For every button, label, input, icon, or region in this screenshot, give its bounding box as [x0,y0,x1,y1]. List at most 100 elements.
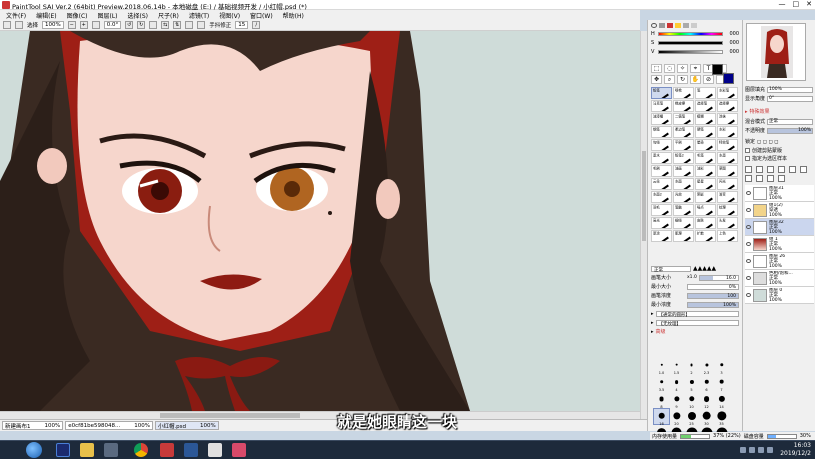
min-size-row[interactable]: 最小大小 0% [651,283,739,290]
menu-edit[interactable]: 编辑(E) [36,11,56,20]
layer-item[interactable]: 组1(2) 穿透 100% [745,202,814,219]
min-density-slider[interactable]: 100% [687,301,739,308]
advanced-label[interactable]: 高级 [656,328,666,335]
brush-slot[interactable]: 细线 [673,217,694,229]
network-icon[interactable] [758,447,764,453]
brush-size-preset[interactable]: 8 [654,392,669,409]
brush-size-preset[interactable]: 2 [684,358,699,375]
brush-size-preset[interactable]: 10 [684,392,699,409]
tray-icon[interactable] [749,447,755,453]
visibility-eye-icon[interactable] [746,259,751,263]
rotate-reset-icon[interactable] [149,21,158,29]
select-rect-icon[interactable]: ⬚ [651,64,662,73]
media-player-icon[interactable] [104,443,118,457]
brush-slot[interactable]: 头发 [717,217,738,229]
layer-item[interactable]: 图层 26 正常 100% [745,253,814,270]
brush-slot[interactable]: 高光 [651,217,672,229]
opacity-slider[interactable]: 100% [767,127,813,134]
merge-down-icon[interactable] [767,175,774,182]
magic-wand-icon[interactable]: ✧ [677,64,688,73]
mask-icon[interactable] [745,175,752,182]
brush-slot[interactable]: 涂抹 [717,113,738,125]
brush-size-preset[interactable]: 6 [699,375,714,392]
brush-shape-row[interactable]: ▸ 【通常的圆形】 [651,310,739,318]
brush-size-preset[interactable]: 4 [669,375,684,392]
brush-slot[interactable]: 纹理 [717,204,738,216]
flip-icon[interactable]: ⇆ [161,21,170,29]
opacity-row[interactable]: 不透明度 100% [745,127,813,134]
layer-item-selected[interactable]: 图层32 正常 100% [745,219,814,236]
menu-file[interactable]: 文件(F) [6,11,26,20]
lock-icons[interactable]: ◻ ◻ ◻ ◻ [757,139,778,145]
brush-slot[interactable]: 毛笔 [695,152,716,164]
delete-layer-icon[interactable] [800,166,807,173]
brush-slot[interactable]: 油彩 [695,165,716,177]
brush-slot[interactable]: 晕染 [695,139,716,151]
brush-slot[interactable]: 钢笔 [651,126,672,138]
doc-tab-2[interactable]: e0cf81be598048... 100% [65,421,153,430]
brush-shape-icons[interactable]: ▲▲▲▲▲ [693,265,716,272]
copy-layer-icon[interactable] [778,166,785,173]
angle-row[interactable]: 显示角度 0° [745,95,813,102]
brush-slot[interactable]: 光效 [673,191,694,203]
brush-slot[interactable]: 上色 [717,230,738,242]
hue-bar[interactable] [658,32,723,36]
horizontal-scrollbar[interactable] [0,411,640,419]
swatches-icon[interactable] [675,22,681,28]
brush-slot[interactable]: 模糊 [695,113,716,125]
brush-slot[interactable]: 喷枪 [673,87,694,99]
brush-slot[interactable]: 水墨 [717,152,738,164]
brush-blend-dropdown[interactable]: 正常 [651,265,691,273]
zoom-out-icon[interactable]: − [67,21,76,29]
menu-ruler[interactable]: 尺子(R) [158,11,179,20]
hand-icon[interactable]: ✋ [690,75,701,84]
brush-size-preset[interactable]: 25 [684,409,699,426]
flip-vertical-icon[interactable]: ⇅ [173,21,182,29]
zoom-reset-icon[interactable] [91,21,100,29]
brush-size-preset[interactable]: 2.3 [699,358,714,375]
merge-layer-icon[interactable] [789,166,796,173]
brush-slot[interactable]: 油画 [673,165,694,177]
color-wheel-icon[interactable] [651,22,657,28]
brush-slot[interactable]: 水彩 [717,126,738,138]
brush-slot[interactable]: 橡皮擦 [673,100,694,112]
brush-size-mult[interactable]: x1.0 [687,275,697,280]
close-button[interactable]: ✕ [806,0,812,8]
new-layer-icon[interactable] [745,166,752,173]
new-icon[interactable] [3,21,11,29]
vertical-scrollbar[interactable] [640,31,647,419]
brush-texture-row[interactable]: ▸ 【无纹理】 [651,319,739,327]
expand-arrow-icon[interactable]: ▸ [651,311,654,317]
new-linework-icon[interactable] [767,166,774,173]
angle-value[interactable]: 0° [767,95,813,102]
sai-taskbar-icon[interactable] [232,443,246,457]
visibility-eye-icon[interactable] [746,276,751,280]
vertical-scroll-thumb[interactable] [642,151,646,241]
layer-item[interactable]: 图层 0 正常 100% [745,287,814,304]
menu-filter[interactable]: 滤镜(T) [189,11,209,20]
minimize-button[interactable]: — [779,0,786,8]
brush-slot[interactable]: 草图 [717,165,738,177]
brush-slot[interactable]: 水面 [673,178,694,190]
brush-size-preset[interactable]: 3 [714,358,729,375]
density-slider[interactable]: 100 [687,292,739,299]
brush-slot[interactable]: 选择笔 [695,100,716,112]
brush-texture-dropdown[interactable]: 【无纹理】 [655,319,739,327]
brush-size-preset[interactable]: 20 [669,409,684,426]
brush-slot[interactable]: 肌理 [673,230,694,242]
blend-row[interactable]: 混合模式 正常 [745,118,813,125]
value-bar[interactable] [658,50,723,54]
brush-slot[interactable]: 油漆桶 [651,113,672,125]
brush-size-row[interactable]: 画笔大小 x1.0 16.0 [651,274,739,281]
brush-slot[interactable]: 阴影 [695,191,716,203]
expand-arrow-icon[interactable]: ▸ [745,109,748,115]
start-button[interactable] [26,442,42,458]
zoom-field[interactable]: 100% [42,21,64,29]
brush-size-preset[interactable]: 1.0 [654,358,669,375]
drawing-canvas[interactable] [0,31,640,411]
menu-help[interactable]: 帮助(H) [283,11,304,20]
brush-size-preset[interactable]: 30 [699,409,714,426]
brush-slot[interactable]: 皮肤 [695,217,716,229]
advanced-row[interactable]: ▸ 高级 [651,328,739,336]
word-icon[interactable] [184,443,198,457]
